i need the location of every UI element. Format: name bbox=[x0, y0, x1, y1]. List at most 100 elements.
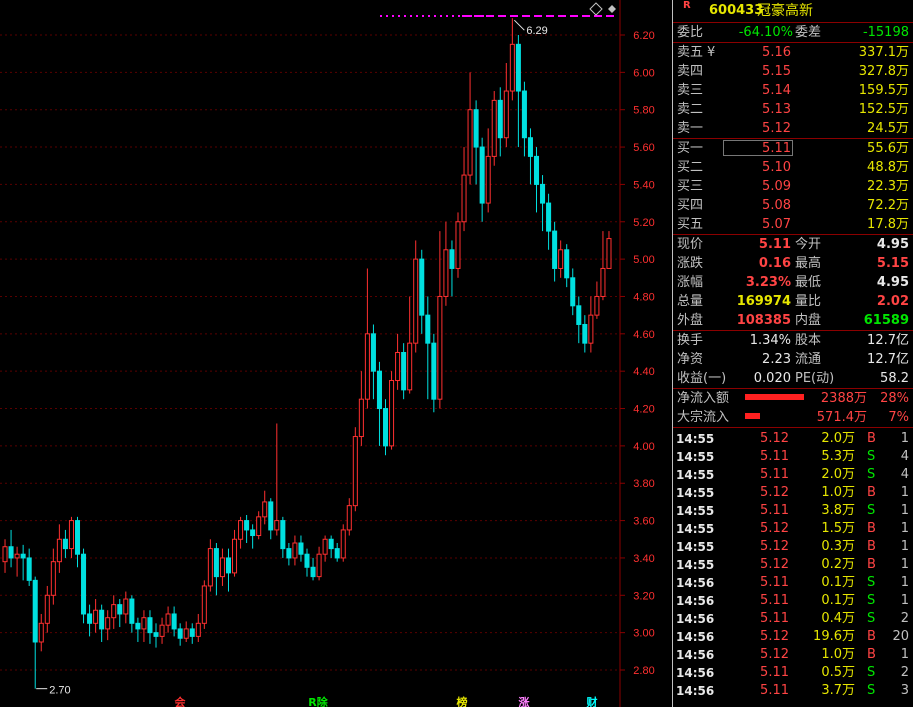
candle-body bbox=[238, 520, 244, 540]
trade-row[interactable]: 14:55 5.11 5.3万 S 4 bbox=[673, 448, 913, 466]
kline-chart[interactable]: 6.20 6.00 5.80 5.60 5.40 5.20 5.00 4.80 4.60 4.40… bbox=[0, 0, 672, 707]
flow-bar bbox=[745, 413, 760, 419]
candle-body bbox=[14, 553, 20, 559]
ask-label: 卖四 bbox=[677, 64, 704, 79]
axis-tick-label: 2.80 bbox=[633, 665, 654, 677]
bid-row[interactable]: 买四 5.08 72.2万 bbox=[673, 196, 913, 215]
trade-row[interactable]: 14:56 5.12 1.0万 B 1 bbox=[673, 646, 913, 664]
trade-volume: 1.0万 bbox=[821, 647, 855, 662]
stat-row: 现价 5.11 今开 4.95 bbox=[673, 235, 913, 254]
axis-tick-label: 5.40 bbox=[633, 179, 654, 191]
candle-body bbox=[20, 553, 26, 559]
stat-label-2: 最高 bbox=[795, 256, 822, 271]
trade-time: 14:56 bbox=[676, 576, 715, 590]
trade-row[interactable]: 14:56 5.11 0.4万 S 2 bbox=[673, 610, 913, 628]
trade-volume: 0.4万 bbox=[821, 611, 855, 626]
weibi-row: 委比 -64.10% 委差 -15198 bbox=[673, 23, 913, 43]
stat-label-2: 今开 bbox=[795, 237, 822, 252]
bid-price: 5.07 bbox=[762, 217, 791, 232]
weicha-value: -15198 bbox=[862, 25, 909, 40]
ask-label: 卖二 bbox=[677, 102, 704, 117]
trade-row[interactable]: 14:56 5.12 19.6万 B 20 bbox=[673, 628, 913, 646]
candle-body bbox=[473, 109, 479, 148]
candle-body bbox=[26, 557, 32, 581]
trade-time: 14:56 bbox=[676, 648, 715, 662]
trade-price: 5.11 bbox=[760, 575, 789, 590]
candle-body bbox=[425, 314, 431, 344]
trade-volume: 0.5万 bbox=[821, 665, 855, 680]
candle-body bbox=[286, 548, 292, 559]
trade-row[interactable]: 14:55 5.11 2.0万 S 4 bbox=[673, 466, 913, 484]
candle-body bbox=[564, 249, 570, 279]
candle-body bbox=[552, 230, 558, 269]
trade-time: 14:55 bbox=[676, 486, 715, 500]
ask-row: 卖二 5.13 152.5万 bbox=[673, 100, 913, 119]
candle-body bbox=[56, 538, 62, 563]
stat-value-2: 4.95 bbox=[876, 275, 909, 290]
bid-label: 买五 bbox=[677, 217, 704, 232]
candle-body bbox=[370, 333, 376, 372]
axis-tick-label: 3.80 bbox=[633, 478, 654, 490]
trade-row[interactable]: 14:55 5.12 0.3万 B 1 bbox=[673, 538, 913, 556]
stat-label-2: 量比 bbox=[795, 294, 822, 309]
candle-body bbox=[352, 436, 358, 507]
candle-body bbox=[195, 622, 201, 637]
candle-body bbox=[81, 553, 87, 615]
ticker-header: R 600433 冠豪高新 bbox=[673, 0, 913, 23]
trade-time: 14:55 bbox=[676, 450, 715, 464]
candle-body bbox=[389, 380, 395, 447]
trade-time: 14:56 bbox=[676, 666, 715, 680]
candle-body bbox=[262, 501, 268, 518]
trade-row[interactable]: 14:55 5.12 1.0万 B 1 bbox=[673, 484, 913, 502]
candle-body bbox=[533, 155, 540, 185]
trade-row[interactable]: 14:55 5.11 3.8万 S 1 bbox=[673, 502, 913, 520]
candle-body bbox=[129, 598, 135, 624]
trade-row[interactable]: 14:55 5.12 1.5万 B 1 bbox=[673, 520, 913, 538]
trade-row[interactable]: 14:55 5.12 2.0万 B 1 bbox=[673, 430, 913, 448]
bid-price: 5.10 bbox=[762, 160, 791, 175]
tick-trades-list[interactable]: 14:55 5.12 2.0万 B 1 14:55 5.11 5.3万 S 4 14:55 5.11 2… bbox=[673, 428, 913, 700]
trade-volume: 1.5万 bbox=[821, 521, 855, 536]
candle-body bbox=[455, 221, 461, 269]
trade-side: B bbox=[867, 431, 876, 446]
ask-extra: ¥ bbox=[707, 45, 716, 60]
ticker-code: 600433 bbox=[709, 3, 764, 18]
event-marker-label: 会 bbox=[175, 695, 187, 707]
trade-price: 5.12 bbox=[760, 557, 789, 572]
candle-body bbox=[171, 613, 177, 630]
trade-row[interactable]: 14:56 5.11 0.5万 S 2 bbox=[673, 664, 913, 682]
trade-volume: 3.8万 bbox=[821, 503, 855, 518]
bid-row[interactable]: 买二 5.10 48.8万 bbox=[673, 158, 913, 177]
flow-value: 2388万 bbox=[820, 391, 867, 406]
candle-body bbox=[225, 557, 232, 574]
candle-body bbox=[546, 202, 552, 232]
bid-volume: 72.2万 bbox=[867, 198, 909, 213]
stat-label: 总量 bbox=[677, 294, 704, 309]
candle-body bbox=[328, 538, 334, 550]
trade-row[interactable]: 14:56 5.11 0.1万 S 1 bbox=[673, 592, 913, 610]
candle-body bbox=[413, 258, 419, 344]
trade-row[interactable]: 14:56 5.11 3.7万 S 3 bbox=[673, 682, 913, 700]
ask-row: 卖五 ¥5.16 337.1万 bbox=[673, 43, 913, 62]
trade-row[interactable]: 14:56 5.11 0.1万 S 1 bbox=[673, 574, 913, 592]
flow-label: 净流入额 bbox=[677, 391, 730, 406]
bid-row[interactable]: 买三 5.09 22.3万 bbox=[673, 177, 913, 196]
flow-row: 大宗流入 571.4万 7% bbox=[673, 408, 913, 427]
candle-body bbox=[256, 516, 262, 537]
candle-body bbox=[213, 548, 219, 578]
axis-tick-label: 5.60 bbox=[633, 142, 654, 154]
high-marker-arrow bbox=[513, 19, 525, 31]
candle-body bbox=[540, 183, 546, 204]
trade-volume: 2.0万 bbox=[821, 467, 855, 482]
candle-body bbox=[153, 632, 159, 637]
trade-price: 5.12 bbox=[760, 431, 789, 446]
trade-row[interactable]: 14:55 5.12 0.2万 B 1 bbox=[673, 556, 913, 574]
chart-canvas[interactable]: 6.20 6.00 5.80 5.60 5.40 5.20 5.00 4.80 4.60 4.40… bbox=[0, 0, 672, 707]
fundamental-value: 0.020 bbox=[753, 371, 791, 386]
candle-body bbox=[183, 628, 189, 639]
bid-row[interactable]: 买一 5.11 55.6万 bbox=[673, 139, 913, 158]
candle-body bbox=[443, 249, 449, 297]
bid-row[interactable]: 买五 5.07 17.8万 bbox=[673, 215, 913, 234]
high-price-label: 6.29 bbox=[526, 25, 547, 37]
fundamental-row: 净资 2.23 流通 12.7亿 bbox=[673, 350, 913, 369]
